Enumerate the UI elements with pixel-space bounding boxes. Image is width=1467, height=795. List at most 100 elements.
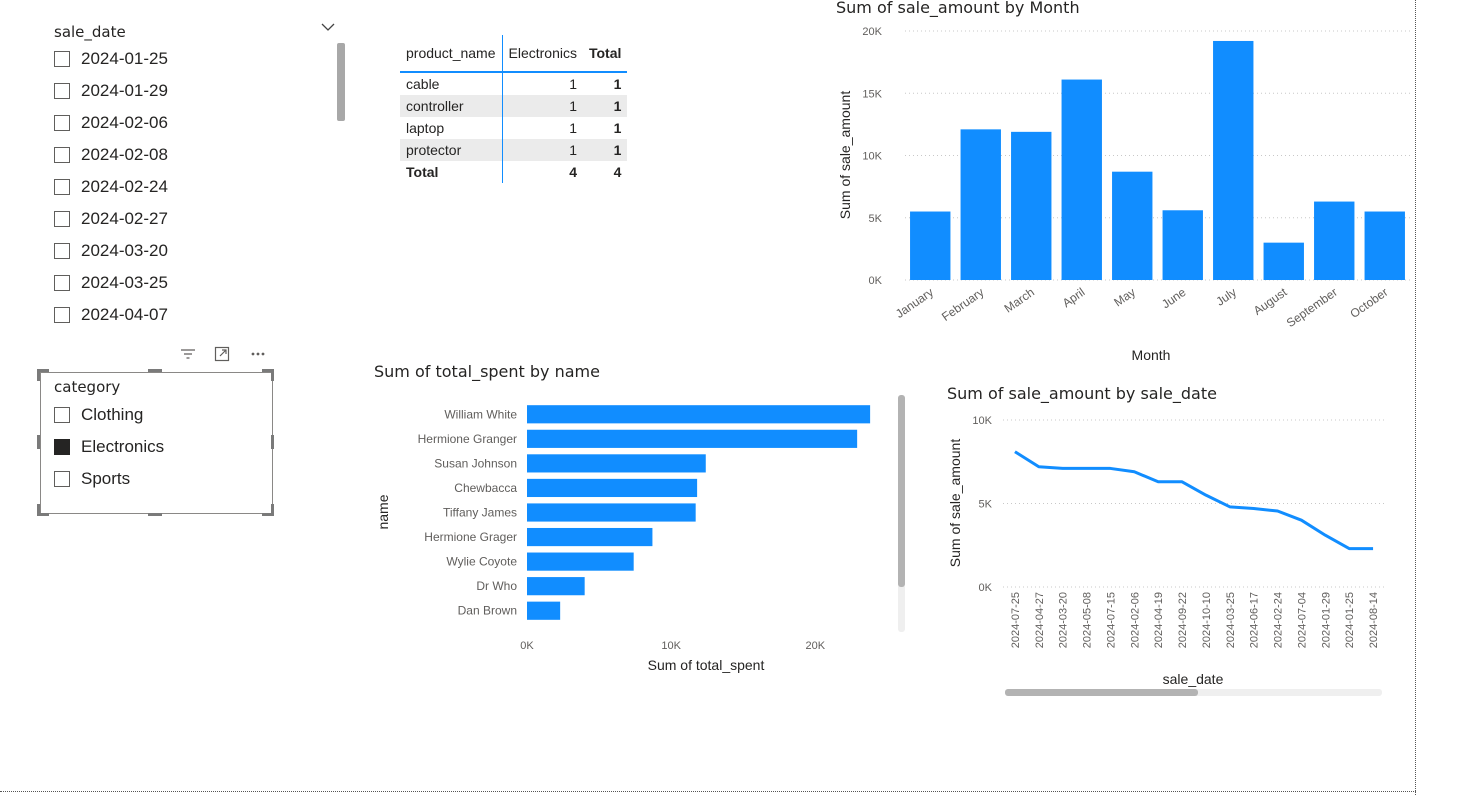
bar[interactable]: [1364, 211, 1405, 280]
resize-handle[interactable]: [271, 504, 274, 516]
slicer-item-label: 2024-04-07: [81, 305, 168, 323]
checkbox[interactable]: [54, 179, 70, 195]
y-tick-label: William White: [444, 407, 517, 421]
focus-mode-icon[interactable]: [214, 346, 230, 366]
slicer-item[interactable]: 2024-03-25: [54, 267, 324, 299]
slicer-item-label: Clothing: [81, 405, 144, 424]
sale-date-slicer: sale_date 2024-01-25 2024-01-29 2024-02-06…: [40, 18, 350, 323]
bar[interactable]: [527, 527, 653, 547]
checkbox[interactable]: [54, 51, 70, 67]
bar[interactable]: [527, 552, 634, 571]
more-options-icon[interactable]: [250, 346, 266, 366]
checkbox[interactable]: [54, 471, 70, 487]
checkbox[interactable]: [54, 439, 70, 455]
category-slicer-header: [180, 346, 270, 366]
bar[interactable]: [1314, 201, 1355, 280]
chevron-down-icon[interactable]: [321, 20, 335, 36]
resize-handle[interactable]: [37, 435, 40, 449]
slicer-item[interactable]: Clothing: [54, 399, 254, 431]
resize-handle[interactable]: [37, 504, 40, 516]
y-tick-label: 15K: [862, 88, 882, 100]
bar[interactable]: [527, 577, 585, 596]
bar[interactable]: [960, 129, 1001, 280]
bar[interactable]: [527, 601, 561, 620]
x-tick-label: 2024-04-19: [1153, 592, 1165, 648]
bar[interactable]: [1061, 79, 1102, 281]
name-bar-chart: William White Hermione Granger Susan Johns…: [375, 395, 905, 673]
x-tick-label: 20K: [806, 640, 826, 652]
checkbox[interactable]: [54, 147, 70, 163]
slicer-item[interactable]: 2024-04-07: [54, 299, 324, 323]
bar[interactable]: [527, 503, 696, 522]
bar[interactable]: [527, 454, 706, 473]
table-row[interactable]: controller 1 1: [400, 95, 628, 117]
slicer-item-list: 2024-01-25 2024-01-29 2024-02-06 2024-02-08…: [54, 43, 324, 323]
scrollbar-thumb[interactable]: [898, 395, 905, 587]
resize-handle[interactable]: [37, 369, 40, 381]
x-tick-label: April: [1060, 285, 1088, 310]
chart-title: Sum of sale_amount by sale_date: [947, 384, 1217, 403]
checkbox[interactable]: [54, 83, 70, 99]
checkbox[interactable]: [54, 275, 70, 291]
checkbox[interactable]: [54, 407, 70, 423]
table-row[interactable]: cable 1 1: [400, 72, 627, 95]
bar[interactable]: [910, 211, 951, 280]
category-slicer[interactable]: category Clothing Electronics Sports: [40, 372, 273, 514]
x-tick-label: 2024-10-10: [1201, 592, 1213, 648]
slicer-item[interactable]: 2024-01-25: [54, 43, 324, 75]
scrollbar-thumb[interactable]: [1005, 689, 1198, 696]
column-header[interactable]: Electronics: [502, 35, 583, 72]
x-tick-label: August: [1251, 285, 1290, 318]
slicer-item[interactable]: Electronics: [54, 431, 254, 463]
slicer-item-label: Electronics: [81, 437, 165, 456]
slicer-title: sale_date: [54, 23, 126, 41]
y-axis-title: name: [375, 494, 391, 529]
bar[interactable]: [1112, 171, 1153, 280]
slicer-item-label: 2024-02-06: [81, 113, 168, 132]
checkbox[interactable]: [54, 243, 70, 259]
table-row[interactable]: laptop 1 1: [400, 117, 627, 139]
table-cell: 4: [613, 164, 622, 180]
resize-handle[interactable]: [271, 369, 274, 381]
y-tick-label: 0K: [869, 275, 883, 287]
column-header[interactable]: Total: [583, 35, 627, 72]
slicer-item[interactable]: 2024-02-06: [54, 107, 324, 139]
x-tick-label: 10K: [661, 640, 681, 652]
filter-icon[interactable]: [180, 346, 196, 366]
slicer-item-list: Clothing Electronics Sports: [54, 399, 254, 495]
bar[interactable]: [1213, 40, 1254, 281]
slicer-item[interactable]: 2024-03-20: [54, 235, 324, 267]
y-tick-label: Susan Johnson: [434, 456, 517, 470]
slicer-item[interactable]: 2024-02-27: [54, 203, 324, 235]
column-header[interactable]: product_name: [400, 35, 503, 72]
bar[interactable]: [1162, 210, 1203, 280]
bar[interactable]: [527, 429, 858, 448]
y-tick-label: Tiffany James: [443, 506, 517, 520]
bar[interactable]: [1011, 131, 1052, 280]
slicer-item-label: 2024-01-25: [81, 49, 168, 68]
slicer-item[interactable]: 2024-01-29: [54, 75, 324, 107]
x-tick-label: 2024-01-29: [1320, 592, 1332, 648]
slicer-item[interactable]: 2024-02-24: [54, 171, 324, 203]
x-tick-label: 2024-08-14: [1368, 592, 1380, 648]
bar[interactable]: [527, 405, 871, 424]
checkbox[interactable]: [54, 307, 70, 323]
series-line: [1014, 450, 1374, 551]
page-boundary-right: [1415, 0, 1416, 795]
y-tick-label: 5K: [869, 213, 883, 225]
checkbox[interactable]: [54, 211, 70, 227]
resize-handle[interactable]: [148, 513, 162, 516]
bar[interactable]: [1263, 242, 1304, 280]
checkbox[interactable]: [54, 115, 70, 131]
resize-handle[interactable]: [148, 369, 162, 372]
slicer-item-label: 2024-02-27: [81, 209, 168, 228]
slicer-scrollbar[interactable]: [337, 43, 345, 121]
resize-handle[interactable]: [271, 435, 274, 449]
bar[interactable]: [527, 478, 698, 498]
slicer-item[interactable]: Sports: [54, 463, 254, 495]
slicer-item[interactable]: 2024-02-08: [54, 139, 324, 171]
table-cell: 1: [569, 120, 577, 136]
x-tick-label: 0K: [520, 640, 534, 652]
table-row[interactable]: protector 1 1: [400, 139, 628, 161]
y-tick-label: 0K: [979, 582, 993, 594]
